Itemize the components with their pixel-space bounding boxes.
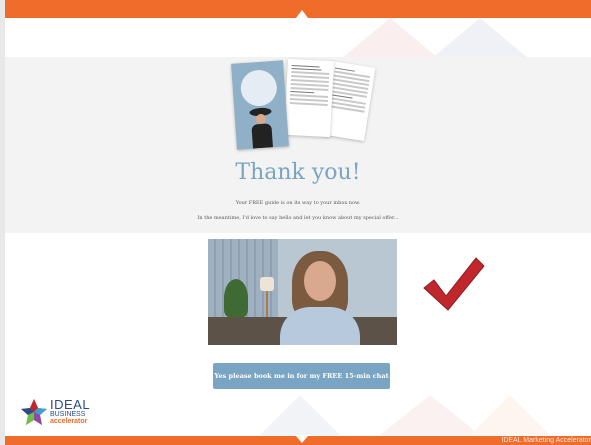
video-person-face bbox=[304, 261, 336, 301]
ideal-business-accelerator-logo[interactable]: IDEAL BUSINESS accelerator bbox=[20, 398, 100, 428]
logo-word-accelerator: accelerator bbox=[50, 418, 88, 425]
video-lamp bbox=[260, 277, 274, 291]
footer-brand-text: IDEAL Marketing Accelerator bbox=[501, 437, 591, 444]
star-logo-icon bbox=[21, 399, 47, 425]
cover-title-circle bbox=[239, 68, 279, 108]
book-free-chat-button[interactable]: Yes please book me in for my FREE 15-min… bbox=[213, 363, 390, 389]
free-guide-image bbox=[230, 58, 376, 152]
confirmation-text: Your FREE guide is on its way to your in… bbox=[235, 200, 361, 206]
video-plant bbox=[224, 279, 248, 317]
cover-body bbox=[251, 123, 273, 149]
top-notch-icon bbox=[296, 10, 308, 18]
logo-word-ideal: IDEAL bbox=[50, 397, 91, 412]
page-title: Thank you! bbox=[235, 160, 361, 185]
background-triangles-bottom bbox=[260, 395, 550, 435]
offer-intro-text: In the meantime, I'd love to say hello a… bbox=[197, 215, 399, 221]
guide-cover bbox=[231, 60, 289, 150]
video-person-shirt bbox=[280, 307, 360, 345]
video-thumbnail[interactable] bbox=[208, 239, 397, 345]
checkmark-icon bbox=[423, 257, 485, 311]
guide-page-2 bbox=[284, 58, 334, 138]
bottom-notch-icon bbox=[296, 436, 308, 443]
